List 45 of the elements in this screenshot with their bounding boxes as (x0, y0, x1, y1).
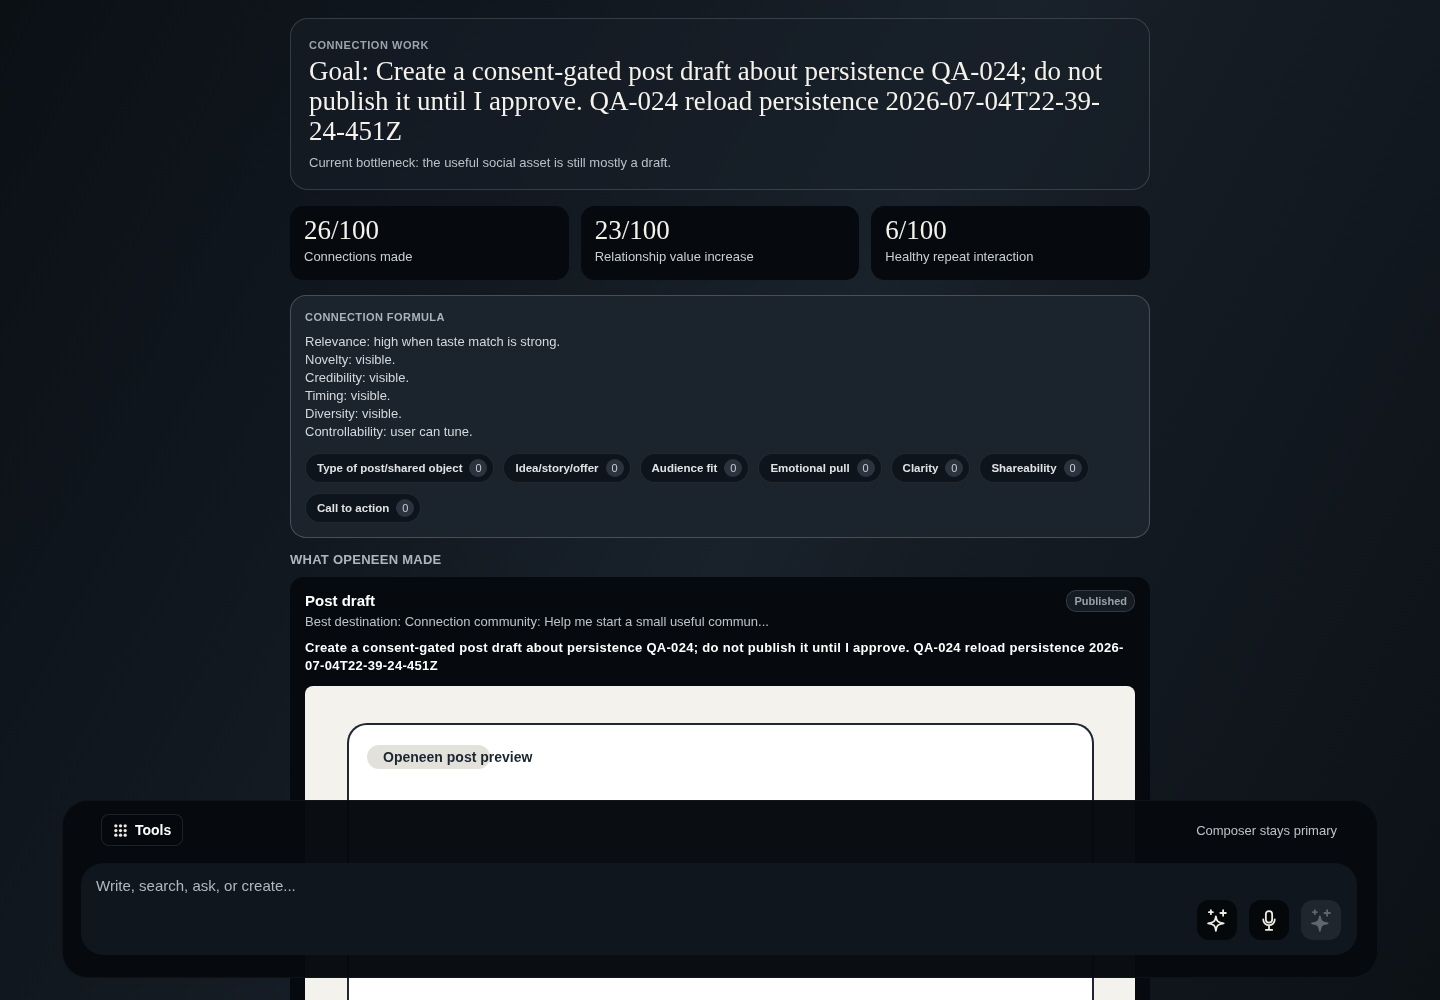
stat-label: Healthy repeat interaction (885, 248, 1035, 266)
factor-chip[interactable]: Call to action 0 (305, 493, 422, 523)
stat-value: 23/100 (594, 215, 671, 245)
factor-count: 0 (605, 459, 624, 477)
sparkles-icon (1207, 908, 1227, 932)
microphone-icon (1262, 909, 1276, 931)
factor-count: 0 (469, 459, 488, 477)
preview-label: Openeen post preview (367, 745, 533, 769)
message-input[interactable]: Write, search, ask, or create... (81, 863, 1357, 955)
factor-chip[interactable]: Audience fit 0 (639, 453, 750, 483)
formula-line: Credibility: visible. (305, 369, 411, 387)
section-heading: WHAT OPENEEN MADE (290, 552, 443, 568)
stat-label: Relationship value increase (594, 248, 755, 266)
composer-note: Composer stays primary (1196, 822, 1337, 838)
factor-chip[interactable]: Shareability 0 (979, 453, 1089, 483)
formula-line: Relevance: high when taste match is strong. (305, 333, 562, 351)
status-tag: Published (1066, 590, 1135, 612)
tools-button[interactable]: Tools (101, 814, 184, 846)
factor-count: 0 (856, 459, 875, 477)
factor-count: 0 (396, 499, 415, 517)
factor-chip[interactable]: Emotional pull 0 (758, 453, 882, 483)
section-label: CONNECTION WORK (309, 38, 431, 52)
stat-value: 6/100 (885, 215, 948, 245)
goal-title: Goal: Create a consent-gated post draft about persistence QA-024; do not publish it until I approve. QA-024 reload persistence 2026-07-04T22-39-24-451Z (309, 56, 1104, 146)
sparkle-button[interactable] (1197, 900, 1237, 940)
factor-count: 0 (945, 459, 964, 477)
formula-line: Diversity: visible. (305, 405, 403, 423)
factor-chip[interactable]: Clarity 0 (890, 453, 971, 483)
section-label: CONNECTION FORMULA (305, 310, 446, 325)
destination-text: Best destination: Connection community: Help me start a small useful commun... (305, 613, 770, 631)
microphone-button[interactable] (1249, 900, 1289, 940)
post-body: Create a consent-gated post draft about persistence QA-024; do not publish it until I approve. QA-024 reload persistence 2026-07-04T22-39-24-451Z (305, 639, 1125, 675)
formula-line: Novelty: visible. (305, 351, 397, 369)
factor-count: 0 (1063, 459, 1082, 477)
factor-chip[interactable]: Type of post/shared object 0 (305, 453, 495, 483)
formula-line: Timing: visible. (305, 387, 392, 405)
post-title: Post draft (305, 591, 375, 611)
bottleneck-text: Current bottleneck: the useful social asset is still mostly a draft. (309, 154, 672, 172)
sparkles-icon (1311, 908, 1331, 932)
stat-label: Connections made (304, 248, 414, 266)
stat-value: 26/100 (304, 215, 380, 245)
factor-count: 0 (724, 459, 743, 477)
grid-icon (114, 823, 127, 837)
formula-line: Controllability: user can tune. (305, 423, 474, 441)
factor-chip[interactable]: Idea/story/offer 0 (503, 453, 631, 483)
